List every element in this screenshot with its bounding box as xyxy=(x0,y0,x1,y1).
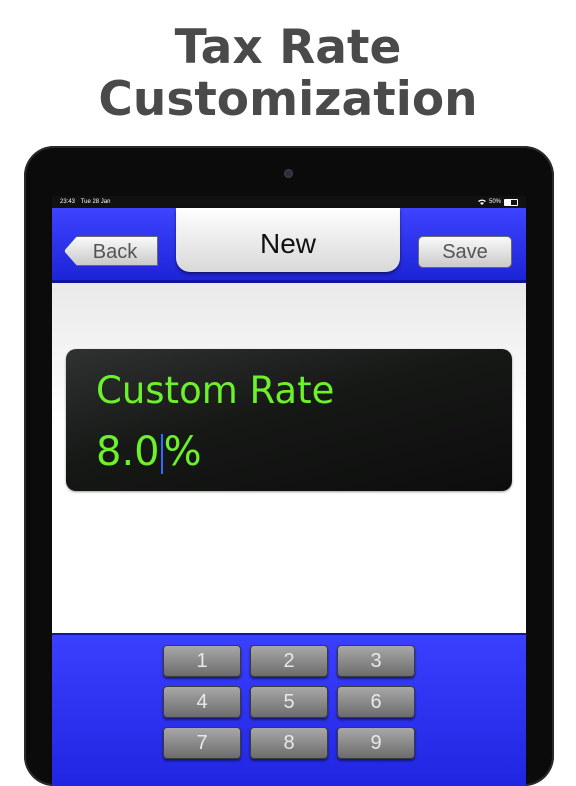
page-title: New xyxy=(259,228,316,259)
key-4[interactable]: 4 xyxy=(163,686,241,718)
key-6[interactable]: 6 xyxy=(337,686,415,718)
custom-rate-label: Custom Rate xyxy=(96,369,335,412)
rate-value-field[interactable]: 8.0% xyxy=(96,429,202,475)
content-area: Custom Rate 8.0% xyxy=(52,283,526,633)
status-right: 50% xyxy=(477,196,518,208)
key-2[interactable]: 2 xyxy=(250,645,328,677)
status-date: Tue 28 Jan xyxy=(80,199,111,205)
rate-value-percent: % xyxy=(163,429,202,475)
back-button[interactable]: Back xyxy=(64,236,158,266)
title-tab: New xyxy=(176,208,400,272)
camera-icon xyxy=(284,169,293,178)
promo-headline: Tax Rate Customization xyxy=(0,22,576,126)
key-7[interactable]: 7 xyxy=(163,727,241,759)
tablet-device-frame: 23:43 Tue 28 Jan 50% Back New Save Custo… xyxy=(24,146,554,786)
save-button[interactable]: Save xyxy=(418,236,512,268)
navigation-bar: Back New Save xyxy=(52,208,526,283)
headline-line-2: Customization xyxy=(98,72,478,127)
key-5[interactable]: 5 xyxy=(250,686,328,718)
text-cursor xyxy=(160,434,163,474)
rate-value-number: 8.0 xyxy=(96,429,160,475)
custom-rate-card[interactable]: Custom Rate 8.0% xyxy=(66,349,512,491)
key-8[interactable]: 8 xyxy=(250,727,328,759)
status-bar: 23:43 Tue 28 Jan 50% xyxy=(52,196,526,208)
key-9[interactable]: 9 xyxy=(337,727,415,759)
battery-icon xyxy=(504,198,518,206)
headline-line-1: Tax Rate xyxy=(174,20,402,75)
app-screen: 23:43 Tue 28 Jan 50% Back New Save Custo… xyxy=(52,196,526,786)
key-1[interactable]: 1 xyxy=(163,645,241,677)
battery-percent: 50% xyxy=(488,199,501,205)
status-time: 23:43 xyxy=(60,199,76,205)
wifi-icon xyxy=(477,199,486,205)
status-left: 23:43 Tue 28 Jan xyxy=(60,196,111,208)
number-keypad: 1 2 3 4 5 6 7 8 9 xyxy=(52,633,526,786)
key-3[interactable]: 3 xyxy=(337,645,415,677)
